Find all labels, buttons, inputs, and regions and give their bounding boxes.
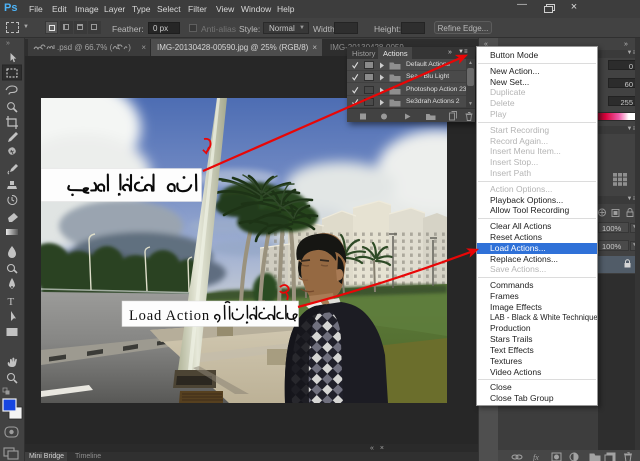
svg-text:Load Action: Load Action (129, 308, 210, 324)
svg-text:T: T (8, 296, 15, 308)
svg-text:fx: fx (533, 453, 539, 461)
